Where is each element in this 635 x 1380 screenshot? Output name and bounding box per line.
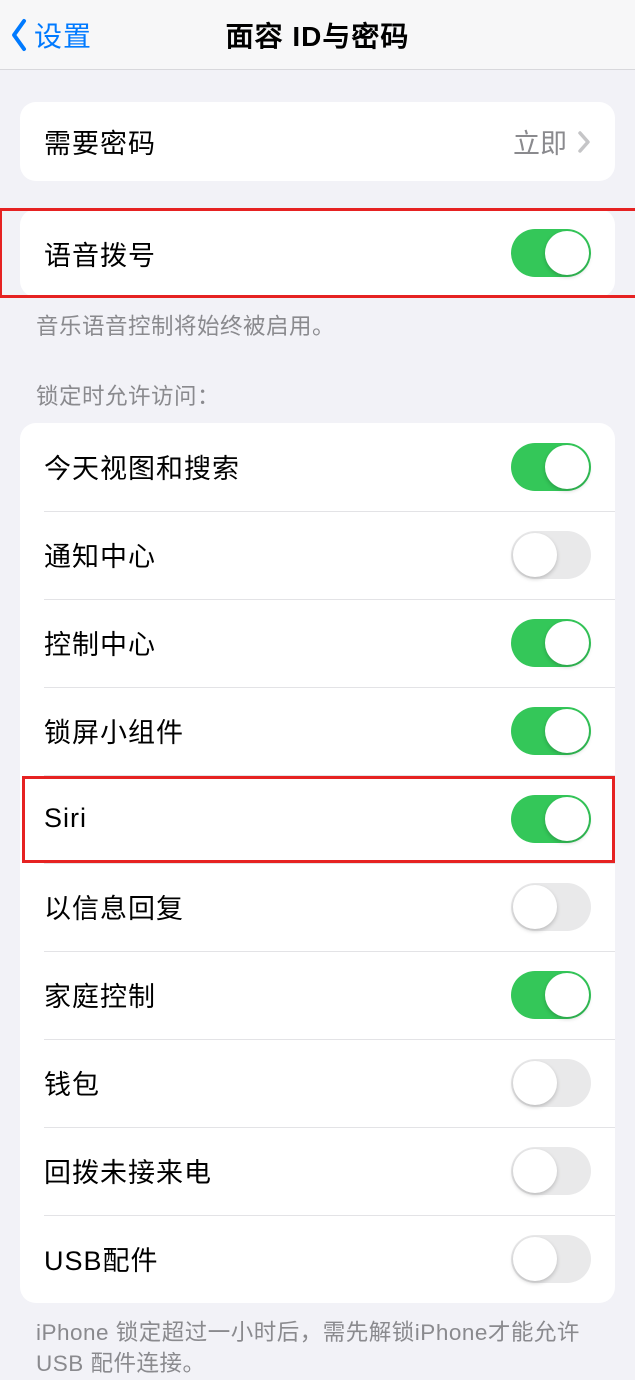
lock-access-group: 今天视图和搜索通知中心控制中心锁屏小组件 Siri 以信息回复家庭控制钱包回拨未接来…	[20, 423, 615, 1303]
chevron-left-icon	[8, 17, 30, 53]
page-title: 面容 ID与密码	[226, 15, 410, 55]
require-passcode-value: 立即	[513, 122, 567, 161]
back-label: 设置	[34, 15, 92, 55]
toggle-knob	[545, 797, 589, 841]
require-passcode-row[interactable]: 需要密码 立即	[20, 102, 615, 181]
toggle-knob	[545, 445, 589, 489]
lock-toggle-家庭控制[interactable]	[511, 971, 591, 1019]
toggle-knob	[545, 709, 589, 753]
lock-row-usb配件: USB配件	[20, 1215, 615, 1303]
nav-bar: 设置 面容 ID与密码	[0, 0, 635, 70]
lock-row-label: 以信息回复	[44, 887, 511, 926]
lock-row-锁屏小组件: 锁屏小组件	[20, 687, 615, 775]
toggle-knob	[513, 885, 557, 929]
lock-row-通知中心: 通知中心	[20, 511, 615, 599]
toggle-knob	[545, 973, 589, 1017]
lock-row-label: 家庭控制	[44, 975, 511, 1014]
lock-toggle-钱包[interactable]	[511, 1059, 591, 1107]
back-button[interactable]: 设置	[0, 15, 92, 55]
lock-access-header: 锁定时允许访问：	[36, 379, 599, 411]
lock-row-控制中心: 控制中心	[20, 599, 615, 687]
lock-row-label: USB配件	[44, 1239, 511, 1278]
lock-row-label: 钱包	[44, 1063, 511, 1102]
lock-toggle-以信息回复[interactable]	[511, 883, 591, 931]
voice-dial-toggle[interactable]	[511, 229, 591, 277]
voice-dial-label: 语音拨号	[44, 234, 511, 273]
lock-row-label: 锁屏小组件	[44, 711, 511, 750]
lock-row-label: 通知中心	[44, 535, 511, 574]
lock-toggle-siri[interactable]	[511, 795, 591, 843]
lock-toggle-通知中心[interactable]	[511, 531, 591, 579]
toggle-knob	[513, 1237, 557, 1281]
voice-dial-row: 语音拨号	[20, 209, 615, 297]
lock-access-footer: iPhone 锁定超过一小时后，需先解锁iPhone才能允许USB 配件连接。	[36, 1317, 599, 1380]
lock-row-label: Siri	[44, 803, 511, 834]
toggle-knob	[513, 1061, 557, 1105]
require-passcode-group: 需要密码 立即	[20, 102, 615, 181]
lock-row-以信息回复: 以信息回复	[20, 863, 615, 951]
toggle-knob	[545, 231, 589, 275]
toggle-knob	[545, 621, 589, 665]
require-passcode-label: 需要密码	[44, 122, 513, 161]
voice-dial-group: 语音拨号	[20, 209, 615, 297]
toggle-knob	[513, 1149, 557, 1193]
lock-toggle-usb配件[interactable]	[511, 1235, 591, 1283]
chevron-right-icon	[577, 130, 591, 154]
lock-row-label: 控制中心	[44, 623, 511, 662]
toggle-knob	[513, 533, 557, 577]
lock-row-回拨未接来电: 回拨未接来电	[20, 1127, 615, 1215]
lock-row-label: 今天视图和搜索	[44, 447, 511, 486]
lock-toggle-今天视图和搜索[interactable]	[511, 443, 591, 491]
lock-row-label: 回拨未接来电	[44, 1151, 511, 1190]
lock-toggle-控制中心[interactable]	[511, 619, 591, 667]
lock-row-siri: Siri	[20, 775, 615, 863]
voice-dial-footer: 音乐语音控制将始终被启用。	[36, 311, 599, 343]
lock-row-钱包: 钱包	[20, 1039, 615, 1127]
lock-toggle-回拨未接来电[interactable]	[511, 1147, 591, 1195]
lock-row-今天视图和搜索: 今天视图和搜索	[20, 423, 615, 511]
lock-toggle-锁屏小组件[interactable]	[511, 707, 591, 755]
lock-row-家庭控制: 家庭控制	[20, 951, 615, 1039]
